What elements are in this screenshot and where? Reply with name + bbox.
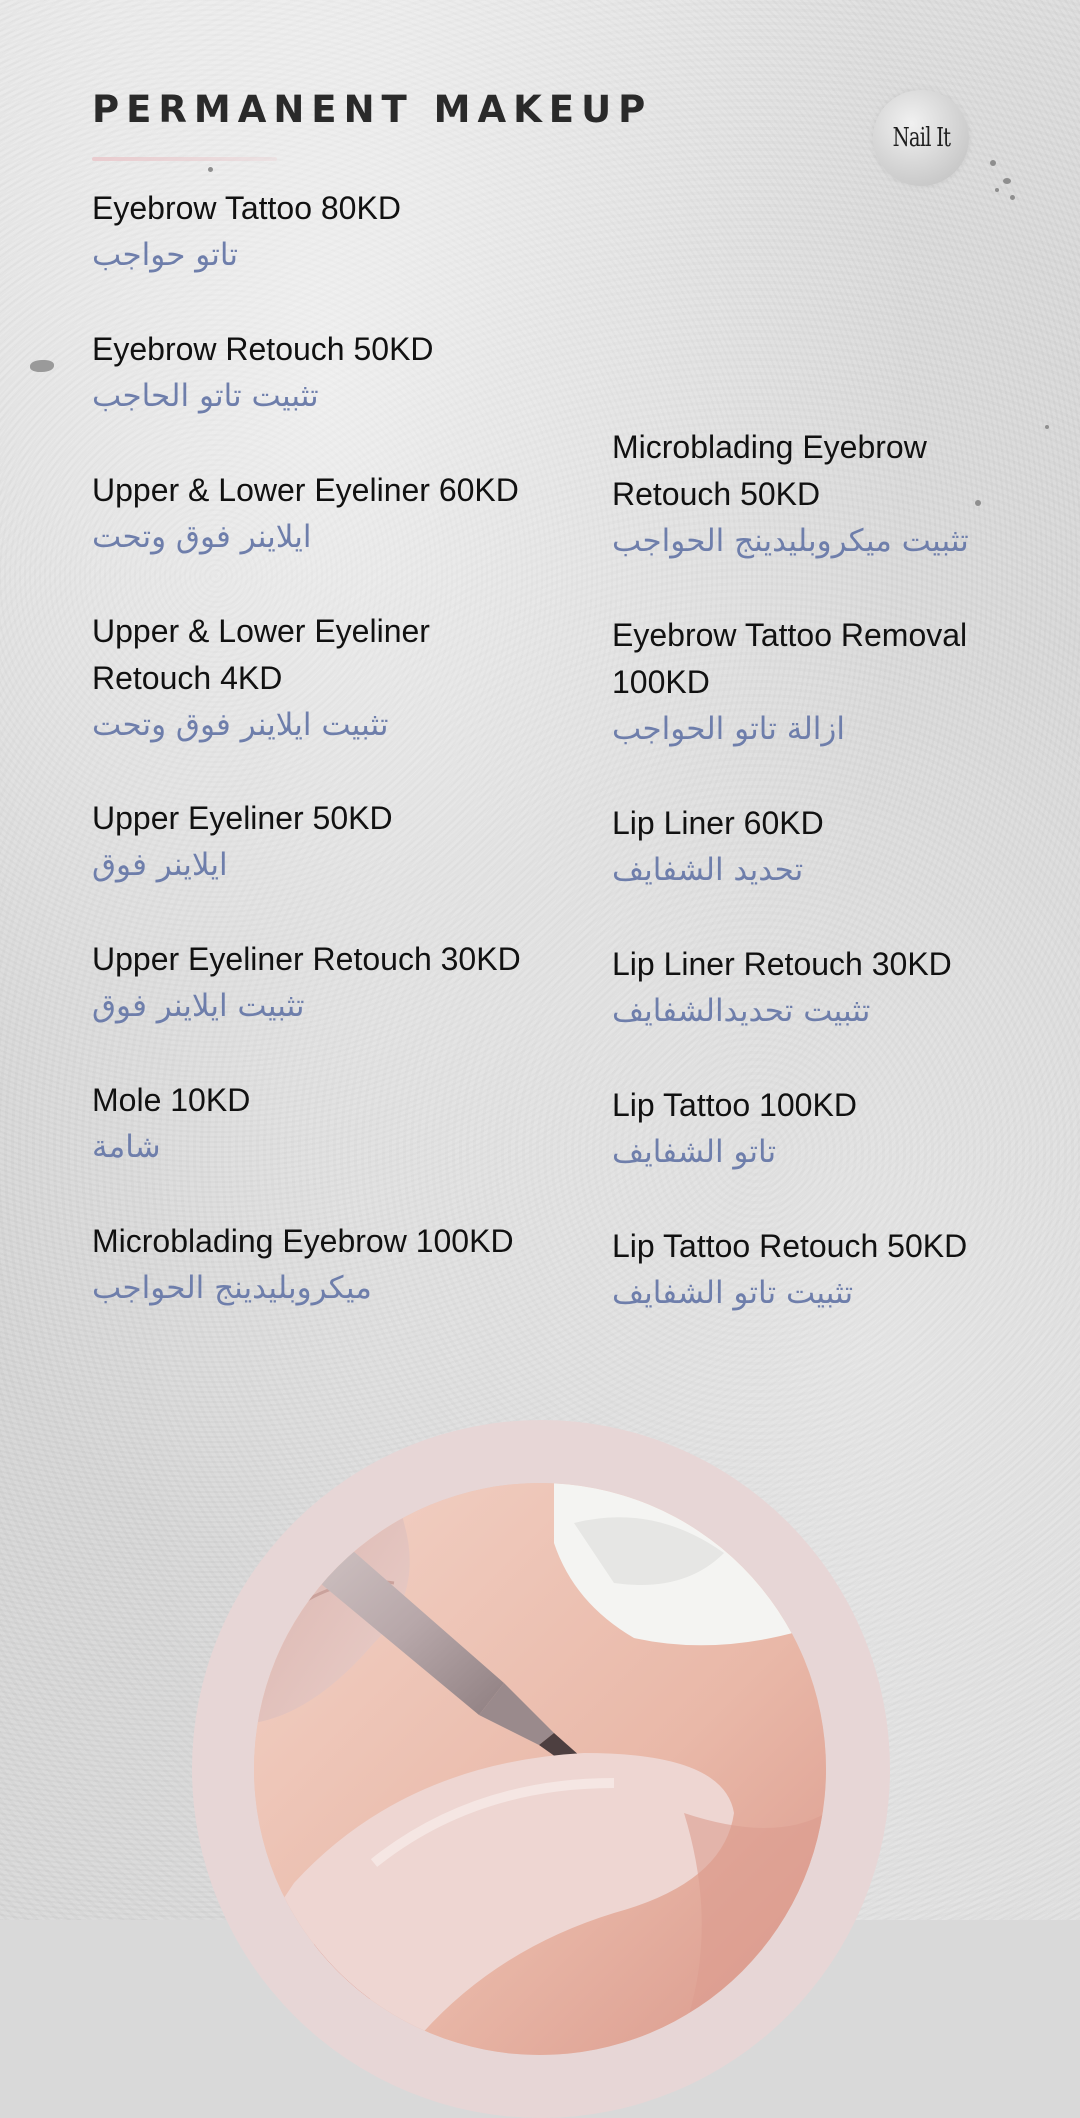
decorative-speck bbox=[208, 167, 213, 172]
service-name-price: Microblading Eyebrow Retouch 50KD bbox=[612, 429, 927, 512]
decorative-speck bbox=[990, 160, 996, 166]
service-name-arabic: تاتو الشفايف bbox=[612, 1134, 777, 1170]
page-title: PERMANENT MAKEUP bbox=[92, 88, 653, 131]
procedure-photo bbox=[254, 1483, 826, 2055]
decorative-speck bbox=[1003, 178, 1011, 184]
service-name-arabic: ازالة تاتو الحواجب bbox=[612, 711, 845, 747]
service-name-price: Upper & Lower Eyeliner Retouch 4KD bbox=[92, 613, 430, 696]
service-name-price: Eyebrow Tattoo Removal 100KD bbox=[612, 617, 968, 700]
service-name-arabic: تاتو حواجب bbox=[92, 237, 238, 273]
brand-logo: Nail It bbox=[873, 90, 969, 186]
price-item: Lip Liner 60KD تحديد الشفايف bbox=[612, 800, 1080, 894]
service-name-arabic: تثبيت تحديدالشفايف bbox=[612, 993, 871, 1029]
service-name-price: Lip Tattoo Retouch 50KD bbox=[612, 1228, 968, 1264]
title-underline bbox=[92, 157, 277, 161]
price-item: Eyebrow Tattoo 80KD تاتو حواجب bbox=[92, 185, 562, 279]
price-item: Upper & Lower Eyeliner 60KD ايلاينر فوق … bbox=[92, 467, 562, 561]
price-item: Lip Tattoo 100KD تاتو الشفايف bbox=[612, 1082, 1080, 1176]
service-name-arabic: تثبيت ميكروبليدينج الحواجب bbox=[612, 523, 969, 559]
service-name-arabic: ايلاينر فوق وتحت bbox=[92, 519, 312, 555]
price-item: Mole 10KD شامة bbox=[92, 1077, 562, 1171]
service-name-price: Microblading Eyebrow 100KD bbox=[92, 1223, 514, 1259]
service-name-price: Eyebrow Retouch 50KD bbox=[92, 331, 434, 367]
tattoo-pen-illustration bbox=[254, 1483, 826, 2055]
decorative-speck bbox=[1010, 195, 1015, 200]
service-name-arabic: ايلاينر فوق bbox=[92, 847, 228, 883]
service-name-price: Mole 10KD bbox=[92, 1082, 251, 1118]
price-item: Upper Eyeliner 50KD ايلاينر فوق bbox=[92, 795, 562, 889]
service-name-arabic: تثبيت ايلاينر فوق bbox=[92, 988, 305, 1024]
service-name-arabic: تثبيت تاتو الحاجب bbox=[92, 378, 319, 414]
price-item: Microblading Eyebrow 100KD ميكروبليدينج … bbox=[92, 1218, 562, 1312]
decorative-speck bbox=[30, 360, 54, 372]
price-item: Upper & Lower Eyeliner Retouch 4KD تثبيت… bbox=[92, 608, 562, 749]
service-name-arabic: تحديد الشفايف bbox=[612, 852, 804, 888]
service-name-price: Upper & Lower Eyeliner 60KD bbox=[92, 472, 519, 508]
service-name-price: Upper Eyeliner 50KD bbox=[92, 800, 393, 836]
brand-logo-text: Nail It bbox=[892, 123, 950, 153]
price-item: Lip Tattoo Retouch 50KD تثبيت تاتو الشفا… bbox=[612, 1223, 1080, 1317]
price-item: Upper Eyeliner Retouch 30KD تثبيت ايلاين… bbox=[92, 936, 562, 1030]
service-name-arabic: تثبيت ايلاينر فوق وتحت bbox=[92, 707, 389, 743]
service-name-price: Lip Liner 60KD bbox=[612, 805, 824, 841]
service-name-arabic: ميكروبليدينج الحواجب bbox=[92, 1270, 372, 1306]
price-item: Lip Liner Retouch 30KD تثبيت تحديدالشفاي… bbox=[612, 941, 1080, 1035]
service-name-price: Lip Tattoo 100KD bbox=[612, 1087, 857, 1123]
price-item: Eyebrow Tattoo Removal 100KD ازالة تاتو … bbox=[612, 612, 1080, 753]
decorative-speck bbox=[995, 188, 999, 192]
price-item: Eyebrow Retouch 50KD تثبيت تاتو الحاجب bbox=[92, 326, 562, 420]
service-name-price: Upper Eyeliner Retouch 30KD bbox=[92, 941, 521, 977]
price-item: Microblading Eyebrow Retouch 50KD تثبيت … bbox=[612, 424, 1080, 565]
service-name-arabic: تثبيت تاتو الشفايف bbox=[612, 1275, 854, 1311]
service-name-price: Eyebrow Tattoo 80KD bbox=[92, 190, 401, 226]
service-name-arabic: شامة bbox=[92, 1129, 161, 1165]
service-name-price: Lip Liner Retouch 30KD bbox=[612, 946, 952, 982]
